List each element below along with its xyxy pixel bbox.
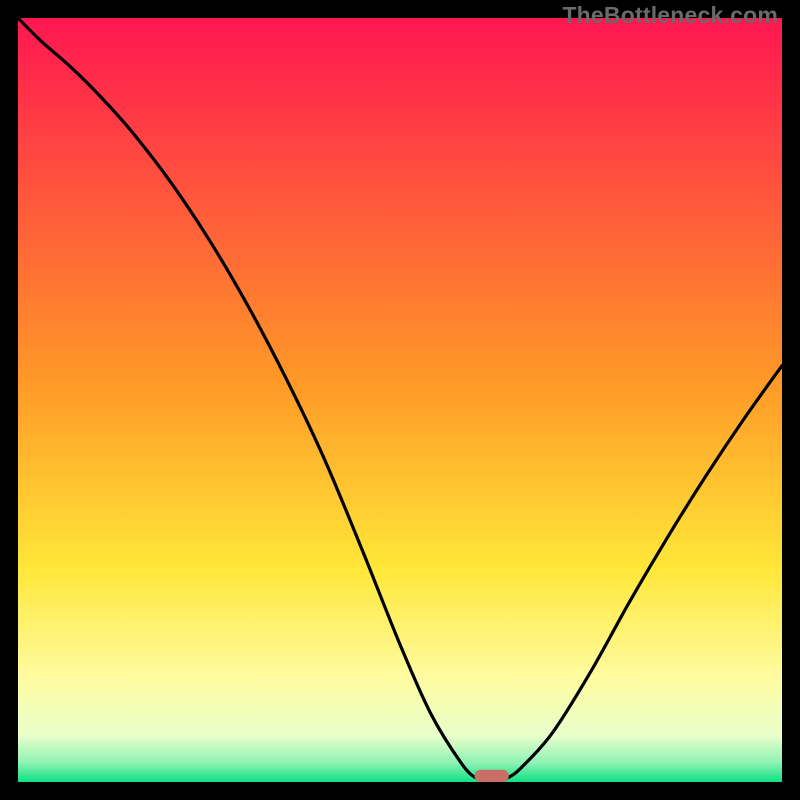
watermark-text: TheBottleneck.com bbox=[562, 2, 778, 29]
optimal-marker bbox=[474, 770, 508, 782]
chart-svg bbox=[18, 18, 782, 782]
chart-frame bbox=[18, 18, 782, 782]
